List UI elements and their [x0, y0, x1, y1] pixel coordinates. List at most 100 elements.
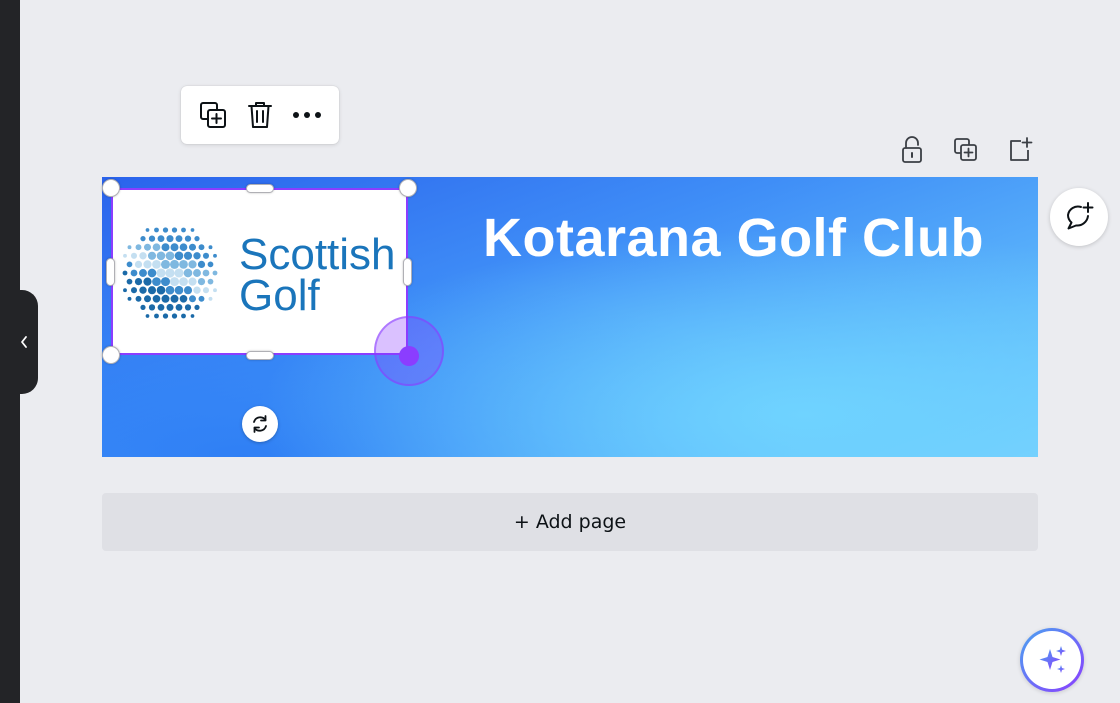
golf-ball-dimple [188, 277, 197, 286]
golf-ball-dimple [213, 253, 217, 258]
golf-ball-dimple [202, 269, 210, 277]
golf-ball-dimple [193, 252, 201, 260]
golf-ball-dimple [169, 277, 180, 287]
page-title[interactable]: Kotarana Golf Club [483, 207, 984, 269]
golf-ball-dimple [183, 286, 193, 295]
golf-ball-dimple [165, 285, 175, 295]
element-toolbar [181, 86, 339, 144]
golf-ball-dimple [161, 243, 170, 252]
logo-text-line1: Scottish [239, 230, 396, 279]
golf-ball-dimple [207, 278, 214, 285]
golf-ball-dimple [188, 243, 197, 251]
golf-ball-dimple [154, 227, 159, 233]
golf-ball-dimple [143, 243, 152, 251]
golf-ball-dimple [169, 259, 180, 269]
golf-ball-dimple [126, 261, 133, 268]
resize-handle-bottom-left[interactable] [102, 346, 120, 364]
logo-image-selected[interactable]: Scottish Golf [111, 188, 408, 355]
golf-ball-dimple [202, 287, 210, 294]
more-options-button[interactable] [287, 95, 327, 135]
golf-ball-dimple [148, 235, 156, 242]
delete-button[interactable] [240, 95, 280, 135]
golf-ball-dimple [152, 243, 161, 252]
more-horizontal-icon [293, 112, 322, 118]
golf-ball-dimple [213, 288, 217, 293]
add-page-icon [1010, 137, 1033, 161]
golf-ball-dimple [126, 278, 133, 285]
golf-ball-dimple [139, 252, 147, 260]
golf-ball-dimple [147, 286, 157, 295]
golf-ball-dimple [127, 245, 132, 250]
add-page-button[interactable]: + Add page [102, 493, 1038, 551]
golf-ball-dimple [208, 296, 213, 301]
golf-ball-dimple [130, 287, 138, 294]
golf-ball-dimple [165, 268, 175, 278]
golf-ball-dimple [174, 268, 184, 278]
golf-ball-dimple [148, 304, 156, 311]
duplicate-page-icon [954, 138, 977, 161]
golf-ball-dimple [152, 260, 161, 269]
golf-ball-dimple [181, 227, 186, 233]
golf-ball-dimple [179, 277, 188, 286]
golf-ball-dimple [188, 295, 197, 303]
add-comment-button[interactable] [1050, 188, 1108, 246]
golf-ball-dimple [184, 304, 192, 311]
chevron-left-icon [21, 336, 27, 348]
golf-ball-dimple [123, 253, 127, 258]
logo-text-line2: Golf [239, 271, 320, 320]
golf-ball-dimple [183, 268, 193, 278]
golf-ball-dimple [166, 303, 174, 311]
golf-ball-dimple [143, 260, 152, 269]
pointer-indicator-dot [399, 346, 419, 366]
golf-ball-dimple [147, 268, 157, 278]
duplicate-page-button[interactable] [946, 134, 986, 166]
golf-ball-dimple [207, 261, 214, 268]
golf-ball-icon [122, 227, 218, 319]
magic-assistant-button[interactable] [1020, 628, 1084, 692]
golf-ball-dimple [171, 313, 178, 319]
resize-handle-top-left[interactable] [102, 179, 120, 197]
golf-ball-dimple [208, 245, 213, 250]
add-page-button-top[interactable] [1000, 134, 1040, 166]
golf-ball-dimple [135, 244, 142, 251]
golf-ball-dimple [179, 243, 188, 252]
golf-ball-dimple [143, 277, 152, 286]
golf-ball-dimple [161, 294, 170, 303]
golf-ball-dimple [188, 260, 197, 269]
golf-ball-dimple [127, 296, 132, 301]
golf-ball-dimple [190, 228, 195, 232]
resize-handle-left[interactable] [106, 258, 115, 286]
golf-ball-dimple [154, 313, 159, 319]
golf-ball-dimple [145, 314, 150, 318]
duplicate-button[interactable] [193, 95, 233, 135]
golf-ball-dimple [134, 277, 143, 286]
golf-ball-dimple [175, 303, 183, 311]
resize-handle-top[interactable] [246, 184, 274, 193]
collapse-panel-tab[interactable] [10, 290, 38, 394]
golf-ball-dimple [162, 227, 169, 233]
sparkles-icon [1039, 646, 1066, 673]
golf-ball-dimple [123, 288, 127, 293]
golf-ball-dimple [156, 268, 166, 278]
golf-ball-dimple [183, 251, 193, 260]
unlock-page-button[interactable] [892, 134, 932, 166]
golf-ball-dimple [194, 304, 200, 310]
resize-handle-top-right[interactable] [399, 179, 417, 197]
golf-ball-dimple [198, 244, 205, 251]
golf-ball-dimple [179, 260, 188, 269]
golf-ball-dimple [140, 304, 146, 310]
golf-ball-dimple [194, 236, 200, 242]
golf-ball-dimple [135, 295, 142, 302]
resize-handle-bottom[interactable] [246, 351, 274, 360]
golf-ball-dimple [130, 252, 138, 259]
rotate-handle[interactable] [242, 406, 278, 442]
golf-ball-dimple [198, 295, 205, 302]
golf-ball-dimple [174, 251, 184, 261]
golf-ball-dimple [156, 251, 166, 261]
resize-handle-right[interactable] [403, 258, 412, 286]
golf-ball-dimple [130, 269, 138, 277]
golf-ball-dimple [202, 252, 210, 259]
golf-ball-dimple [179, 294, 188, 303]
golf-ball-dimple [156, 285, 166, 295]
golf-ball-dimple [212, 270, 218, 276]
